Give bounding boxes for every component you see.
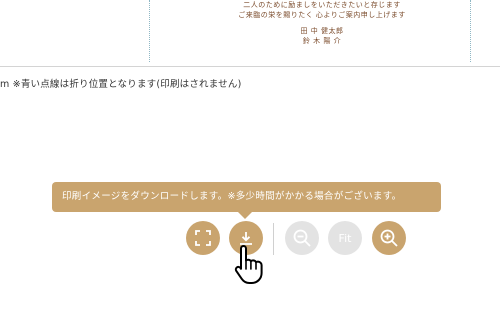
invitation-line-2: ご来臨の栄を賜りたく 心よりご案内申し上げます	[238, 11, 406, 19]
zoom-in-icon	[380, 229, 398, 247]
toolbar-divider	[273, 223, 274, 255]
download-tooltip: 印刷イメージをダウンロードします。※多少時間がかかる場合がございます。	[52, 182, 441, 212]
invitation-names: 田 中 健太郎 鈴 木 陽 介	[232, 26, 412, 46]
hand-pointer-cursor	[233, 245, 267, 289]
hand-pointer-icon	[234, 245, 263, 284]
fold-line-left	[149, 0, 150, 62]
zoom-in-button[interactable]	[372, 221, 406, 255]
invitation-text: 二人のために励ましをいただきたいと存じます ご来臨の栄を賜りたく 心よりご案内申…	[232, 0, 412, 46]
tooltip-arrow	[238, 212, 252, 219]
fullscreen-button[interactable]	[186, 221, 220, 255]
invitation-name-1: 田 中 健太郎	[300, 27, 344, 35]
zoom-out-button[interactable]	[285, 221, 319, 255]
fit-button[interactable]: Fit	[328, 221, 362, 255]
fold-line-note: m ※青い点線は折り位置となります(印刷はされません)	[0, 79, 242, 90]
fold-line-right	[470, 0, 471, 62]
download-icon	[240, 232, 252, 245]
invitation-name-2: 鈴 木 陽 介	[302, 37, 342, 45]
preview-separator	[0, 66, 500, 67]
invitation-preview: 二人のために励ましをいただきたいと存じます ご来臨の栄を賜りたく 心よりご案内申…	[0, 0, 500, 66]
invitation-line-1: 二人のために励ましをいただきたいと存じます	[243, 1, 401, 9]
zoom-out-icon	[293, 229, 311, 247]
fullscreen-icon	[195, 230, 211, 246]
fit-label: Fit	[338, 231, 352, 245]
